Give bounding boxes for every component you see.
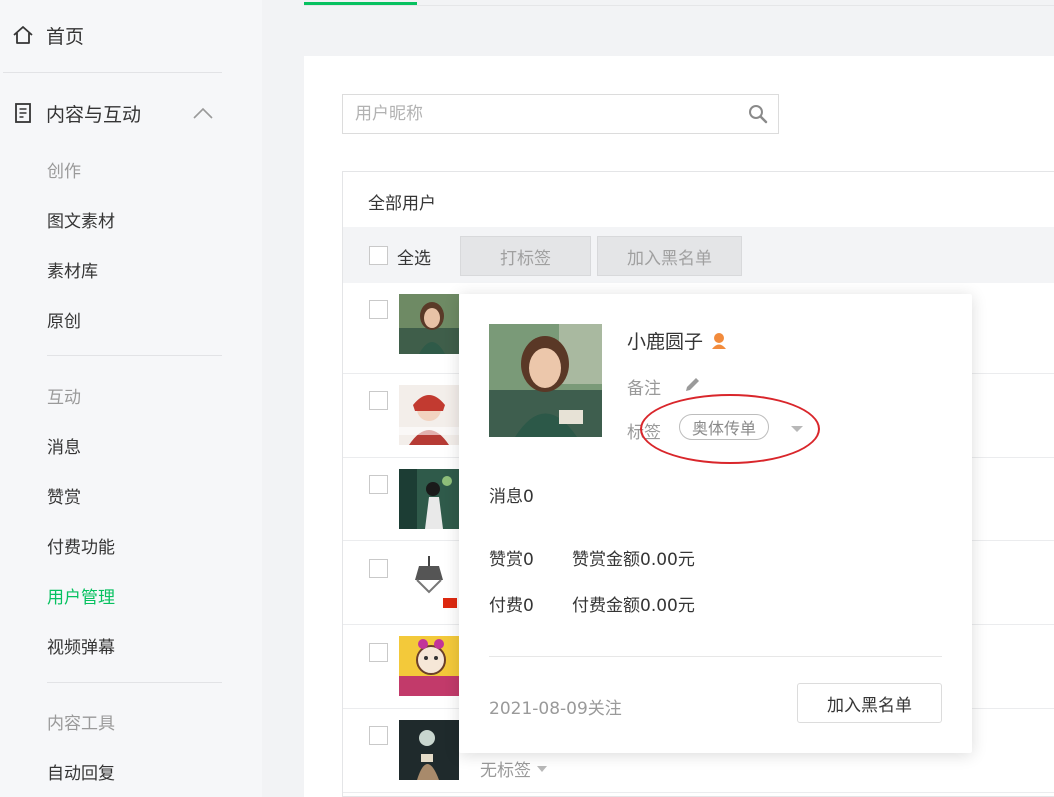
gender-female-icon (712, 332, 727, 349)
card-divider (489, 656, 942, 657)
chevron-up-icon[interactable] (192, 106, 214, 120)
follow-date: 2021-08-09关注 (489, 699, 622, 719)
sidebar: 首页 内容与互动 创作 图文素材 素材库 原创 互动 消息 赞赏 付费功能 用户… (0, 0, 262, 797)
sidebar-section-label: 内容与互动 (46, 103, 142, 126)
user-avatar[interactable] (399, 636, 459, 696)
sidebar-item-articles[interactable]: 图文素材 (47, 207, 115, 232)
user-avatar[interactable] (399, 469, 459, 529)
blacklist-button[interactable]: 加入黑名单 (597, 236, 742, 276)
sidebar-item-home[interactable]: 首页 (12, 20, 84, 50)
row-divider (343, 792, 1054, 793)
card-avatar (489, 324, 602, 437)
sidebar-item-paid[interactable]: 付费功能 (47, 533, 115, 558)
caret-down-icon (537, 765, 547, 772)
divider (3, 72, 222, 73)
row-checkbox[interactable] (369, 643, 388, 662)
message-count: 消息0 (489, 487, 534, 507)
sidebar-item-user-management[interactable]: 用户管理 (47, 583, 115, 608)
row-checkbox[interactable] (369, 475, 388, 494)
group-label-create: 创作 (47, 162, 81, 182)
reward-count: 赞赏0 (489, 550, 534, 570)
divider (47, 682, 222, 683)
row-tag-label: 无标签 (480, 761, 531, 781)
select-all-checkbox[interactable] (369, 246, 388, 265)
sidebar-item-library[interactable]: 素材库 (47, 257, 98, 282)
card-blacklist-button[interactable]: 加入黑名单 (797, 683, 942, 723)
reward-amount: 赞赏金额0.00元 (572, 550, 695, 570)
users-title: 全部用户 (368, 194, 436, 214)
user-detail-card: 小鹿圆子 备注 标签 奥体传单 消息0 赞赏0 赞赏金额0.00元 付费0 付费… (459, 294, 972, 753)
user-avatar[interactable] (399, 294, 459, 354)
tag-button[interactable]: 打标签 (460, 236, 591, 276)
group-label-tools: 内容工具 (47, 714, 115, 734)
user-avatar[interactable] (399, 552, 459, 612)
sidebar-item-label: 首页 (46, 25, 85, 48)
annotation-circle (640, 394, 820, 464)
edit-pencil-icon[interactable] (683, 376, 701, 394)
user-avatar[interactable] (399, 720, 459, 780)
active-tab-indicator (304, 2, 417, 5)
pay-amount: 付费金额0.00元 (572, 596, 695, 616)
group-label-interact: 互动 (47, 388, 81, 408)
row-tag-selector[interactable]: 无标签 (480, 756, 549, 781)
search-icon[interactable] (748, 104, 768, 124)
search-box[interactable] (342, 94, 779, 134)
row-checkbox[interactable] (369, 391, 388, 410)
sidebar-item-auto-reply[interactable]: 自动回复 (47, 759, 115, 784)
divider (47, 355, 222, 356)
remark-label: 备注 (627, 379, 661, 399)
sidebar-section-content[interactable]: 内容与互动 (12, 98, 218, 128)
row-checkbox[interactable] (369, 726, 388, 745)
search-input[interactable] (343, 95, 723, 133)
document-icon (15, 103, 31, 123)
user-nickname: 小鹿圆子 (627, 327, 727, 354)
home-icon (13, 26, 33, 44)
user-avatar[interactable] (399, 385, 459, 445)
sidebar-item-danmaku[interactable]: 视频弹幕 (47, 633, 115, 658)
sidebar-item-reward[interactable]: 赞赏 (47, 483, 81, 508)
row-checkbox[interactable] (369, 559, 388, 578)
pay-count: 付费0 (489, 596, 534, 616)
sidebar-item-original[interactable]: 原创 (47, 307, 81, 332)
sidebar-item-messages[interactable]: 消息 (47, 433, 81, 458)
nickname-text: 小鹿圆子 (627, 331, 704, 353)
row-checkbox[interactable] (369, 300, 388, 319)
select-all-label: 全选 (397, 249, 431, 269)
